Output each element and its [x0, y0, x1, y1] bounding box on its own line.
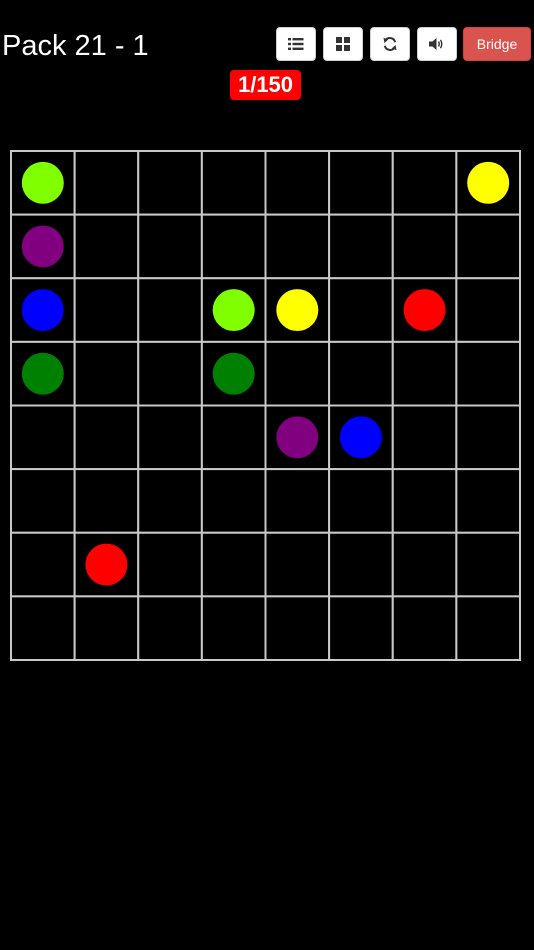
- board-cell[interactable]: [391, 468, 458, 534]
- board-cell[interactable]: [73, 213, 140, 280]
- bridge-button[interactable]: Bridge: [463, 27, 531, 61]
- packs-grid-button[interactable]: [323, 27, 363, 61]
- board-cell[interactable]: [264, 468, 331, 534]
- board-cell[interactable]: [455, 531, 521, 598]
- board-cell[interactable]: [200, 213, 267, 280]
- board-cell[interactable]: [73, 340, 140, 407]
- grid-icon: [336, 37, 350, 51]
- flow-dot[interactable]: [403, 289, 446, 332]
- page-title: Pack 21 - 1: [2, 30, 149, 62]
- board-cell[interactable]: [73, 277, 140, 343]
- board-cell[interactable]: [200, 595, 267, 661]
- board-cell[interactable]: [455, 277, 521, 343]
- board-cell[interactable]: [264, 150, 331, 216]
- board-cell[interactable]: [73, 150, 140, 216]
- board-cell[interactable]: [391, 531, 458, 598]
- board-cell[interactable]: [137, 277, 203, 343]
- board-cell[interactable]: [137, 340, 203, 407]
- board-cell[interactable]: [328, 531, 394, 598]
- board-cell[interactable]: [391, 595, 458, 661]
- board-cell[interactable]: [264, 340, 331, 407]
- board-cell[interactable]: [328, 150, 394, 216]
- flow-dot[interactable]: [212, 352, 255, 395]
- board-cell[interactable]: [328, 468, 394, 534]
- board-cell[interactable]: [73, 404, 140, 471]
- board-cell[interactable]: [455, 595, 521, 661]
- board-cell[interactable]: [264, 595, 331, 661]
- flow-dot[interactable]: [212, 289, 255, 332]
- game-board[interactable]: [10, 150, 521, 661]
- board-cell[interactable]: [264, 213, 331, 280]
- board-grid[interactable]: [10, 150, 521, 661]
- board-cell[interactable]: [455, 404, 521, 471]
- board-cell[interactable]: [328, 213, 394, 280]
- board-cell[interactable]: [264, 531, 331, 598]
- flow-dot[interactable]: [276, 289, 319, 332]
- flow-dot[interactable]: [21, 225, 64, 268]
- flow-dot[interactable]: [85, 543, 128, 586]
- flow-dot[interactable]: [21, 352, 64, 395]
- list-icon: [288, 38, 304, 50]
- sound-toggle-button[interactable]: [417, 27, 457, 61]
- board-cell[interactable]: [137, 150, 203, 216]
- board-cell[interactable]: [391, 340, 458, 407]
- board-cell[interactable]: [328, 595, 394, 661]
- board-cell[interactable]: [73, 595, 140, 661]
- board-cell[interactable]: [200, 404, 267, 471]
- board-cell[interactable]: [10, 404, 76, 471]
- flow-dot[interactable]: [21, 289, 64, 332]
- board-cell[interactable]: [455, 468, 521, 534]
- board-cell[interactable]: [137, 531, 203, 598]
- board-cell[interactable]: [137, 404, 203, 471]
- board-cell[interactable]: [200, 531, 267, 598]
- board-cell[interactable]: [10, 595, 76, 661]
- board-cell[interactable]: [455, 213, 521, 280]
- board-cell[interactable]: [10, 531, 76, 598]
- board-cell[interactable]: [137, 468, 203, 534]
- board-cell[interactable]: [73, 468, 140, 534]
- board-cell[interactable]: [328, 277, 394, 343]
- board-cell[interactable]: [391, 150, 458, 216]
- volume-icon: [429, 38, 443, 50]
- flow-dot[interactable]: [339, 416, 382, 459]
- board-cell[interactable]: [391, 213, 458, 280]
- board-cell[interactable]: [10, 468, 76, 534]
- reset-button[interactable]: [370, 27, 410, 61]
- board-cell[interactable]: [200, 150, 267, 216]
- level-counter-badge: 1/150: [230, 70, 301, 100]
- board-cell[interactable]: [455, 340, 521, 407]
- flow-dot[interactable]: [467, 161, 510, 204]
- board-cell[interactable]: [137, 595, 203, 661]
- board-cell[interactable]: [200, 468, 267, 534]
- board-cell[interactable]: [137, 213, 203, 280]
- flow-dot[interactable]: [276, 416, 319, 459]
- board-cell[interactable]: [391, 404, 458, 471]
- refresh-icon: [383, 37, 397, 51]
- flow-dot[interactable]: [21, 161, 64, 204]
- game-screen: Pack 21 - 1 Bridge 1/150: [0, 0, 534, 950]
- board-cell[interactable]: [328, 340, 394, 407]
- level-list-button[interactable]: [276, 27, 316, 61]
